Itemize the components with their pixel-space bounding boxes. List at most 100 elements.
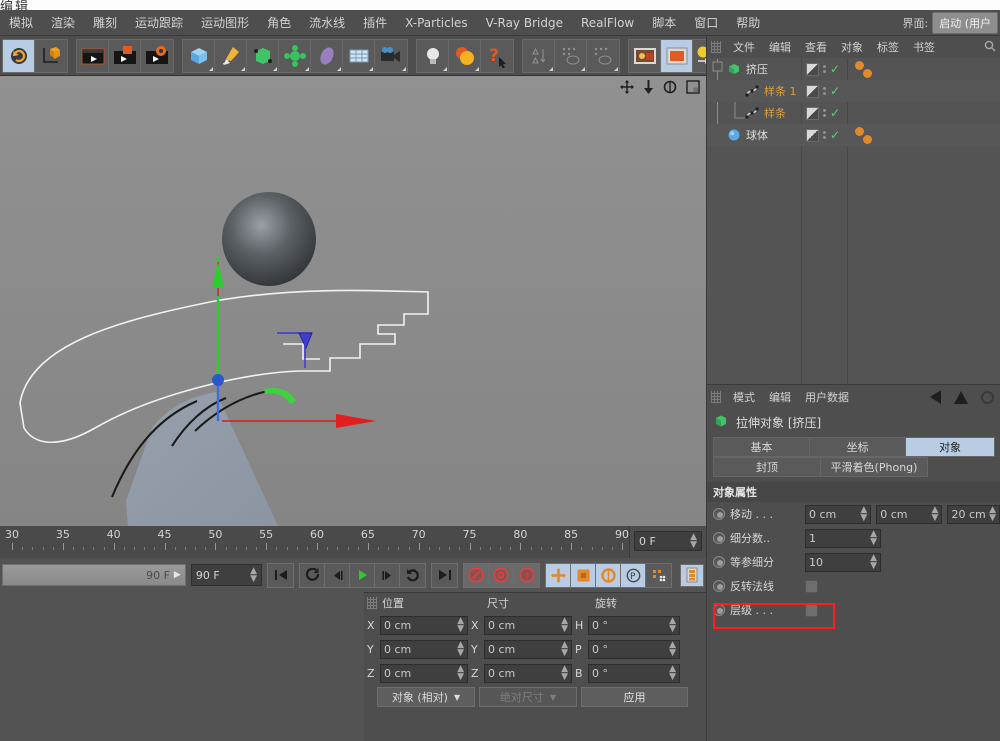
object-manager-menu-4[interactable]: 标签 <box>870 39 906 55</box>
help-cursor-icon[interactable]: ? <box>481 40 513 72</box>
visibility-toggle-dots[interactable] <box>823 109 826 117</box>
property-bullet-icon[interactable] <box>713 580 725 592</box>
spinner-icon[interactable]: ▲▼ <box>561 641 568 657</box>
material-manager-icon[interactable] <box>661 40 693 72</box>
position-field-Z[interactable]: 0 cm▲▼ <box>380 664 468 683</box>
step-forward-button[interactable] <box>375 564 400 587</box>
undo-redo-icon[interactable] <box>3 40 35 72</box>
visibility-dots-icon[interactable] <box>806 85 819 98</box>
menu-item-6[interactable]: 流水线 <box>300 10 354 36</box>
menu-item-0[interactable]: 模拟 <box>0 10 42 36</box>
content-browser-icon[interactable] <box>629 40 661 72</box>
tab-basic[interactable]: 基本 <box>713 437 810 457</box>
autokey-button[interactable] <box>489 564 514 587</box>
keyframe-selection-button[interactable]: ? <box>514 564 539 587</box>
menu-item-3[interactable]: 运动跟踪 <box>126 10 192 36</box>
environment-icon[interactable] <box>343 40 375 72</box>
render-view-icon[interactable] <box>77 40 109 72</box>
interface-layout-dropdown[interactable]: 启动 (用户 <box>932 12 998 34</box>
size-field-X[interactable]: 0 cm▲▼ <box>484 616 572 635</box>
point-level-anim-button[interactable] <box>646 564 671 587</box>
frame-spinner-icon[interactable]: ▲▼ <box>690 533 697 549</box>
property-bullet-icon[interactable] <box>713 508 725 520</box>
scale-key-button[interactable] <box>571 564 596 587</box>
size-field-Z[interactable]: 0 cm▲▼ <box>484 664 572 683</box>
visibility-dots-icon[interactable] <box>806 63 819 76</box>
spinner-icon[interactable]: ▲▼ <box>457 617 464 633</box>
light-icon[interactable] <box>417 40 449 72</box>
move-field-2[interactable]: 20 cm▲▼ <box>947 505 1000 524</box>
perspective-viewport[interactable] <box>0 76 706 526</box>
cube-primitive-icon[interactable] <box>183 40 215 72</box>
object-tree[interactable]: 挤压✓样条 1✓样条✓球体✓ <box>707 58 1000 384</box>
animation-layer-button[interactable] <box>680 564 704 587</box>
object-manager-menu-1[interactable]: 编辑 <box>762 39 798 55</box>
current-frame-field[interactable]: 0 F ▲▼ <box>634 531 702 551</box>
array-icon[interactable] <box>279 40 311 72</box>
menu-item-13[interactable]: 帮助 <box>727 10 769 36</box>
enable-check-icon[interactable]: ✓ <box>830 62 840 76</box>
panel-grip-icon[interactable] <box>367 597 377 609</box>
nurbs-icon[interactable] <box>247 40 279 72</box>
object-row[interactable]: 挤压✓ <box>707 58 1000 80</box>
menu-item-8[interactable]: X-Particles <box>396 10 477 36</box>
tab-coordinates[interactable]: 坐标 <box>809 437 906 457</box>
menu-item-1[interactable]: 渲染 <box>42 10 84 36</box>
flip-normals-checkbox[interactable] <box>805 580 818 593</box>
history-circle-icon[interactable] <box>981 391 994 404</box>
subdivision-field[interactable]: 1▲▼ <box>805 529 881 548</box>
object-manager-menu-5[interactable]: 书签 <box>906 39 942 55</box>
spinner-icon[interactable]: ▲▼ <box>860 506 867 522</box>
apply-button[interactable]: 应用 <box>581 687 688 707</box>
axis-move-icon[interactable] <box>35 40 67 72</box>
enable-check-icon[interactable]: ✓ <box>830 128 840 142</box>
render-region-icon[interactable] <box>109 40 141 72</box>
property-bullet-icon[interactable] <box>713 556 725 568</box>
spinner-icon[interactable]: ▲▼ <box>870 530 877 546</box>
size-mode-dropdown[interactable]: 绝对尺寸 ▼ <box>479 687 577 707</box>
spinner-icon[interactable]: ▲▼ <box>457 641 464 657</box>
object-manager-menu-2[interactable]: 查看 <box>798 39 834 55</box>
up-arrow-icon[interactable] <box>954 391 968 404</box>
edge-mode-icon[interactable] <box>587 40 619 72</box>
tab-object[interactable]: 对象 <box>905 437 995 457</box>
menu-item-4[interactable]: 运动图形 <box>192 10 258 36</box>
property-bullet-icon[interactable] <box>713 604 725 616</box>
menu-item-9[interactable]: V-Ray Bridge <box>477 10 572 36</box>
camera-icon[interactable] <box>375 40 407 72</box>
rotate-icon[interactable] <box>663 80 677 97</box>
object-tag[interactable] <box>863 69 872 78</box>
spinner-icon[interactable]: ▲▼ <box>989 506 996 522</box>
spinner-icon[interactable]: ▲▼ <box>669 665 676 681</box>
enable-check-icon[interactable]: ✓ <box>830 106 840 120</box>
polygon-display-icon[interactable] <box>523 40 555 72</box>
pla-key-button[interactable]: P <box>621 564 646 587</box>
menu-item-2[interactable]: 雕刻 <box>84 10 126 36</box>
rotation-field-H[interactable]: 0 °▲▼ <box>588 616 680 635</box>
play-button[interactable] <box>350 564 375 587</box>
object-tag[interactable] <box>855 61 864 70</box>
record-keyframe-button[interactable] <box>464 564 489 587</box>
point-mode-icon[interactable] <box>555 40 587 72</box>
rotation-field-P[interactable]: 0 °▲▼ <box>588 640 680 659</box>
panel-grip-icon[interactable] <box>711 391 721 403</box>
rotation-field-B[interactable]: 0 °▲▼ <box>588 664 680 683</box>
object-row[interactable]: 样条 1✓ <box>707 80 1000 102</box>
move-field-1[interactable]: 0 cm▲▼ <box>876 505 942 524</box>
menu-item-5[interactable]: 角色 <box>258 10 300 36</box>
visibility-toggle-dots[interactable] <box>823 65 826 73</box>
move-field-0[interactable]: 0 cm▲▼ <box>805 505 871 524</box>
spinner-icon[interactable]: ▲▼ <box>669 617 676 633</box>
back-arrow-icon[interactable] <box>930 390 941 404</box>
timeline-ruler[interactable]: 30354045505560657075808590 <box>0 526 630 558</box>
visibility-toggle-dots[interactable] <box>823 131 826 139</box>
material-icon[interactable] <box>449 40 481 72</box>
enable-check-icon[interactable]: ✓ <box>830 84 840 98</box>
visibility-toggle-dots[interactable] <box>823 87 826 95</box>
render-settings-icon[interactable] <box>141 40 173 72</box>
object-row[interactable]: 球体✓ <box>707 124 1000 146</box>
spinner-icon[interactable]: ▲▼ <box>870 554 877 570</box>
visibility-dots-icon[interactable] <box>806 129 819 142</box>
timeline-scrubber[interactable]: 90 F ▶ <box>2 564 186 586</box>
search-icon[interactable] <box>984 40 1000 55</box>
